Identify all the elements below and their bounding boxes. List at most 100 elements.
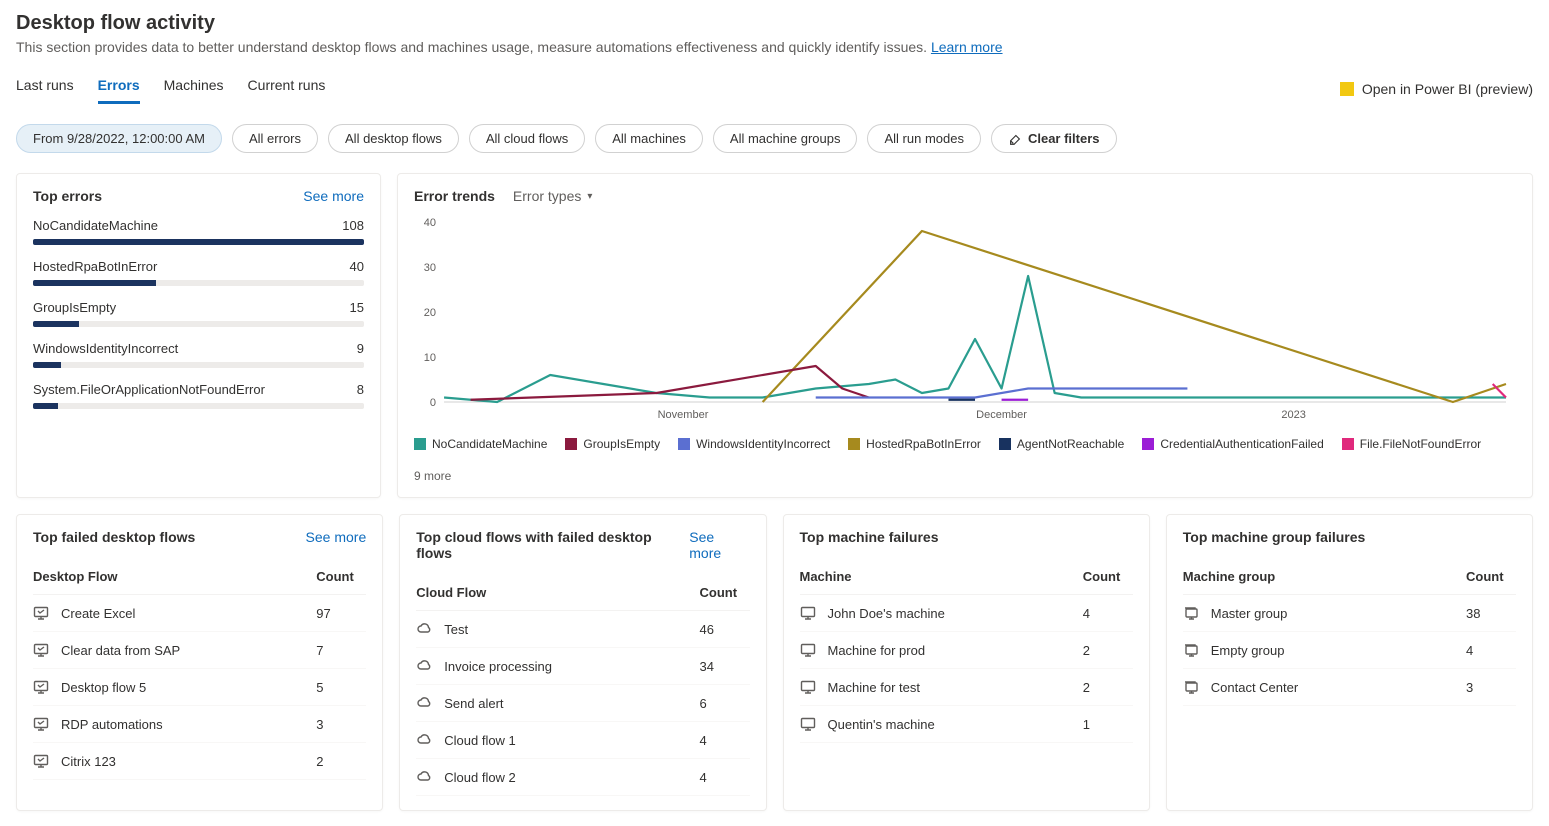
- error-count: 108: [342, 218, 364, 233]
- legend-swatch-icon: [678, 438, 690, 450]
- table-row[interactable]: Machine for test2: [800, 669, 1133, 706]
- bottom-card: Top machine failuresMachineCountJohn Doe…: [783, 514, 1150, 811]
- error-types-label: Error types: [513, 188, 581, 204]
- cloud-flow-icon: [416, 695, 444, 711]
- table-row[interactable]: Contact Center3: [1183, 669, 1516, 706]
- svg-text:December: December: [976, 409, 1027, 421]
- error-trends-chart: 010203040NovemberDecember2023: [414, 214, 1516, 427]
- filter-all-errors[interactable]: All errors: [232, 124, 318, 153]
- table-row[interactable]: Quentin's machine1: [800, 706, 1133, 743]
- row-name: John Doe's machine: [828, 606, 1083, 621]
- row-name: Empty group: [1211, 643, 1466, 658]
- open-in-power-bi-button[interactable]: Open in Power BI (preview): [1340, 81, 1533, 97]
- table-row[interactable]: Create Excel97: [33, 595, 366, 632]
- tab-last-runs[interactable]: Last runs: [16, 73, 74, 104]
- error-name: NoCandidateMachine: [33, 218, 158, 233]
- tab-errors[interactable]: Errors: [98, 73, 140, 104]
- row-name: Contact Center: [1211, 680, 1466, 695]
- top-error-item[interactable]: GroupIsEmpty15: [33, 300, 364, 327]
- row-count: 5: [316, 680, 366, 695]
- table-row[interactable]: Machine for prod2: [800, 632, 1133, 669]
- row-name: Master group: [1211, 606, 1466, 621]
- clear-filters-button[interactable]: Clear filters: [991, 124, 1117, 153]
- table-row[interactable]: Cloud flow 14: [416, 722, 749, 759]
- row-name: RDP automations: [61, 717, 316, 732]
- table-row[interactable]: RDP automations3: [33, 706, 366, 743]
- table-row[interactable]: Master group38: [1183, 595, 1516, 632]
- table-row[interactable]: Clear data from SAP7: [33, 632, 366, 669]
- svg-text:November: November: [658, 409, 709, 421]
- table-row[interactable]: Desktop flow 55: [33, 669, 366, 706]
- filter-all-machines[interactable]: All machines: [595, 124, 703, 153]
- top-error-item[interactable]: WindowsIdentityIncorrect9: [33, 341, 364, 368]
- row-name: Machine for test: [828, 680, 1083, 695]
- learn-more-link[interactable]: Learn more: [931, 39, 1003, 55]
- card-title: Top machine group failures: [1183, 529, 1366, 545]
- row-name: Cloud flow 2: [444, 770, 699, 785]
- see-more-link[interactable]: See more: [689, 529, 749, 561]
- tabs: Last runs Errors Machines Current runs: [16, 73, 325, 104]
- desktop-flow-icon: [33, 716, 61, 732]
- filter-date[interactable]: From 9/28/2022, 12:00:00 AM: [16, 124, 222, 153]
- legend-more[interactable]: 9 more: [414, 469, 451, 483]
- svg-text:30: 30: [424, 262, 436, 274]
- bottom-card: Top failed desktop flows See more Desktop …: [16, 514, 383, 811]
- error-name: WindowsIdentityIncorrect: [33, 341, 178, 356]
- page-title: Desktop flow activity: [16, 12, 1533, 35]
- filter-all-desktop-flows[interactable]: All desktop flows: [328, 124, 459, 153]
- table-header: Cloud FlowCount: [416, 575, 749, 611]
- error-name: System.FileOrApplicationNotFoundError: [33, 382, 265, 397]
- table-row[interactable]: Send alert6: [416, 685, 749, 722]
- col-header-2: Count: [700, 585, 750, 600]
- row-count: 4: [1083, 606, 1133, 621]
- filter-all-machine-groups[interactable]: All machine groups: [713, 124, 858, 153]
- row-name: Invoice processing: [444, 659, 699, 674]
- table-header: MachineCount: [800, 559, 1133, 595]
- legend-item[interactable]: File.FileNotFoundError: [1342, 437, 1481, 451]
- tab-machines[interactable]: Machines: [164, 73, 224, 104]
- legend-item[interactable]: WindowsIdentityIncorrect: [678, 437, 830, 451]
- row-count: 7: [316, 643, 366, 658]
- table-row[interactable]: John Doe's machine4: [800, 595, 1133, 632]
- col-header-2: Count: [1466, 569, 1516, 584]
- chart-legend: NoCandidateMachine GroupIsEmpty WindowsIde…: [414, 437, 1516, 483]
- top-errors-card: Top errors See more NoCandidateMachine 10…: [16, 173, 381, 498]
- row-count: 2: [1083, 680, 1133, 695]
- top-error-item[interactable]: HostedRpaBotInError40: [33, 259, 364, 286]
- table-row[interactable]: Citrix 1232: [33, 743, 366, 780]
- top-errors-title: Top errors: [33, 188, 102, 204]
- card-title: Top failed desktop flows: [33, 529, 195, 545]
- legend-item[interactable]: GroupIsEmpty: [565, 437, 660, 451]
- legend-item[interactable]: AgentNotReachable: [999, 437, 1124, 451]
- legend-label: CredentialAuthenticationFailed: [1160, 437, 1323, 451]
- filter-all-cloud-flows[interactable]: All cloud flows: [469, 124, 585, 153]
- table-header: Machine groupCount: [1183, 559, 1516, 595]
- legend-item[interactable]: CredentialAuthenticationFailed: [1142, 437, 1323, 451]
- legend-item[interactable]: NoCandidateMachine: [414, 437, 547, 451]
- top-error-item[interactable]: System.FileOrApplicationNotFoundError8: [33, 382, 364, 409]
- legend-swatch-icon: [999, 438, 1011, 450]
- see-more-link[interactable]: See more: [306, 529, 367, 545]
- table-row[interactable]: Test46: [416, 611, 749, 648]
- page-subtitle-text: This section provides data to better und…: [16, 39, 927, 55]
- tab-current-runs[interactable]: Current runs: [248, 73, 326, 104]
- error-types-dropdown[interactable]: Error types ▾: [513, 188, 593, 204]
- row-count: 97: [316, 606, 366, 621]
- top-error-item[interactable]: NoCandidateMachine 108: [33, 218, 364, 245]
- row-count: 4: [700, 770, 750, 785]
- table-row[interactable]: Invoice processing34: [416, 648, 749, 685]
- desktop-flow-icon: [33, 605, 61, 621]
- row-count: 3: [316, 717, 366, 732]
- table-row[interactable]: Cloud flow 24: [416, 759, 749, 796]
- error-name: HostedRpaBotInError: [33, 259, 157, 274]
- legend-label: GroupIsEmpty: [583, 437, 660, 451]
- row-count: 1: [1083, 717, 1133, 732]
- power-bi-icon: [1340, 82, 1354, 96]
- top-errors-see-more[interactable]: See more: [303, 188, 364, 204]
- row-name: Quentin's machine: [828, 717, 1083, 732]
- table-row[interactable]: Empty group4: [1183, 632, 1516, 669]
- legend-item[interactable]: HostedRpaBotInError: [848, 437, 981, 451]
- filter-all-run-modes[interactable]: All run modes: [867, 124, 980, 153]
- page-subtitle: This section provides data to better und…: [16, 39, 1533, 55]
- legend-swatch-icon: [848, 438, 860, 450]
